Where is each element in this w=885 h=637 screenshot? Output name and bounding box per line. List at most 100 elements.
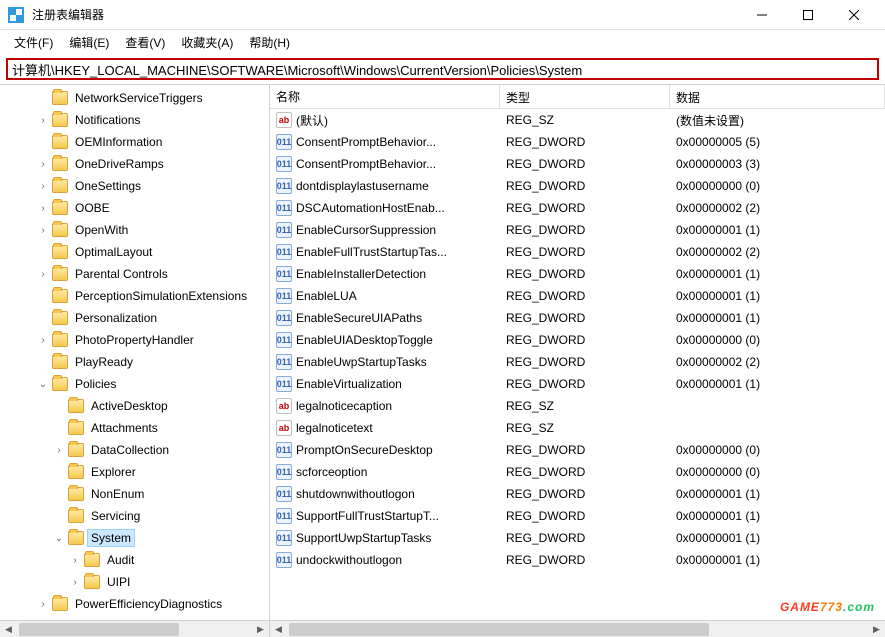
tree-item[interactable]: ›Parental Controls	[4, 263, 269, 285]
dword-value-icon: 011	[276, 244, 292, 260]
value-name: EnableUIADesktopToggle	[296, 333, 433, 347]
menu-file[interactable]: 文件(F)	[8, 32, 59, 53]
tree-item-label: PlayReady	[72, 354, 136, 370]
chevron-right-icon[interactable]: ›	[36, 269, 50, 280]
list-row[interactable]: ab(默认)REG_SZ(数值未设置)	[270, 109, 885, 131]
tree-item[interactable]: ⌄Policies	[4, 373, 269, 395]
scroll-left-button[interactable]: ◀	[0, 621, 17, 637]
list-row[interactable]: ablegalnoticetextREG_SZ	[270, 417, 885, 439]
value-name: scforceoption	[296, 465, 367, 479]
column-name[interactable]: 名称	[270, 85, 500, 108]
list-row[interactable]: 011EnableVirtualizationREG_DWORD0x000000…	[270, 373, 885, 395]
tree-item[interactable]: ›ActiveDesktop	[4, 395, 269, 417]
list-row[interactable]: 011EnableSecureUIAPathsREG_DWORD0x000000…	[270, 307, 885, 329]
value-data: 0x00000001 (1)	[670, 223, 885, 237]
list-row[interactable]: 011SupportFullTrustStartupT...REG_DWORD0…	[270, 505, 885, 527]
chevron-right-icon[interactable]: ›	[68, 577, 82, 588]
tree-item[interactable]: ›PowerEfficiencyDiagnostics	[4, 593, 269, 615]
folder-icon	[52, 289, 68, 303]
tree-item[interactable]: ›OptimalLayout	[4, 241, 269, 263]
chevron-right-icon[interactable]: ›	[36, 115, 50, 126]
minimize-button[interactable]	[739, 0, 785, 30]
scroll-thumb[interactable]	[19, 623, 179, 636]
tree-item-label: PerceptionSimulationExtensions	[72, 288, 250, 304]
value-data: 0x00000001 (1)	[670, 509, 885, 523]
tree-item[interactable]: ›Servicing	[4, 505, 269, 527]
tree-item[interactable]: ›OOBE	[4, 197, 269, 219]
tree-item[interactable]: ›OneSettings	[4, 175, 269, 197]
folder-icon	[52, 267, 68, 281]
list-row[interactable]: 011scforceoptionREG_DWORD0x00000000 (0)	[270, 461, 885, 483]
tree-item[interactable]: ›OpenWith	[4, 219, 269, 241]
chevron-right-icon[interactable]: ›	[68, 555, 82, 566]
tree-item[interactable]: ›PlayReady	[4, 351, 269, 373]
chevron-right-icon[interactable]: ›	[36, 335, 50, 346]
list-row[interactable]: 011SupportUwpStartupTasksREG_DWORD0x0000…	[270, 527, 885, 549]
list-horizontal-scrollbar[interactable]: ◀ ▶	[270, 620, 885, 637]
list-row[interactable]: 011undockwithoutlogonREG_DWORD0x00000001…	[270, 549, 885, 571]
folder-icon	[84, 575, 100, 589]
column-type[interactable]: 类型	[500, 85, 670, 108]
value-data: 0x00000001 (1)	[670, 377, 885, 391]
tree-item[interactable]: ›PhotoPropertyHandler	[4, 329, 269, 351]
value-type: REG_DWORD	[500, 333, 670, 347]
value-type: REG_SZ	[500, 399, 670, 413]
list-row[interactable]: 011EnableCursorSuppressionREG_DWORD0x000…	[270, 219, 885, 241]
list-row[interactable]: 011EnableInstallerDetectionREG_DWORD0x00…	[270, 263, 885, 285]
chevron-right-icon[interactable]: ›	[52, 445, 66, 456]
list-row[interactable]: 011DSCAutomationHostEnab...REG_DWORD0x00…	[270, 197, 885, 219]
scroll-right-button[interactable]: ▶	[252, 621, 269, 637]
folder-icon	[52, 311, 68, 325]
folder-icon	[68, 531, 84, 545]
list-row[interactable]: 011shutdownwithoutlogonREG_DWORD0x000000…	[270, 483, 885, 505]
tree-item[interactable]: ›Personalization	[4, 307, 269, 329]
scroll-thumb[interactable]	[289, 623, 709, 636]
list-row[interactable]: ablegalnoticecaptionREG_SZ	[270, 395, 885, 417]
list-row[interactable]: 011ConsentPromptBehavior...REG_DWORD0x00…	[270, 153, 885, 175]
string-value-icon: ab	[276, 398, 292, 414]
close-button[interactable]	[831, 0, 877, 30]
menu-help[interactable]: 帮助(H)	[243, 32, 296, 53]
tree-item[interactable]: ›Audit	[4, 549, 269, 571]
scroll-right-button[interactable]: ▶	[868, 621, 885, 637]
tree-item[interactable]: ›OneDriveRamps	[4, 153, 269, 175]
chevron-down-icon[interactable]: ⌄	[52, 533, 66, 544]
tree-horizontal-scrollbar[interactable]: ◀ ▶	[0, 620, 269, 637]
menu-favorites[interactable]: 收藏夹(A)	[175, 32, 239, 53]
list-row[interactable]: 011dontdisplaylastusernameREG_DWORD0x000…	[270, 175, 885, 197]
list-row[interactable]: 011ConsentPromptBehavior...REG_DWORD0x00…	[270, 131, 885, 153]
scroll-left-button[interactable]: ◀	[270, 621, 287, 637]
tree-item[interactable]: ›PerceptionSimulationExtensions	[4, 285, 269, 307]
list-row[interactable]: 011PromptOnSecureDesktopREG_DWORD0x00000…	[270, 439, 885, 461]
column-data[interactable]: 数据	[670, 85, 885, 108]
value-name: EnableVirtualization	[296, 377, 402, 391]
list-row[interactable]: 011EnableUwpStartupTasksREG_DWORD0x00000…	[270, 351, 885, 373]
tree-item[interactable]: ⌄ System	[4, 527, 269, 549]
tree-item[interactable]: ›NonEnum	[4, 483, 269, 505]
chevron-right-icon[interactable]: ›	[36, 181, 50, 192]
chevron-down-icon[interactable]: ⌄	[36, 379, 50, 390]
tree-item[interactable]: ›Explorer	[4, 461, 269, 483]
list-row[interactable]: 011EnableLUAREG_DWORD0x00000001 (1)	[270, 285, 885, 307]
tree-item-label: Explorer	[88, 464, 139, 480]
list-row[interactable]: 011EnableFullTrustStartupTas...REG_DWORD…	[270, 241, 885, 263]
tree-item-label: System	[88, 530, 134, 546]
list-row[interactable]: 011EnableUIADesktopToggleREG_DWORD0x0000…	[270, 329, 885, 351]
menu-view[interactable]: 查看(V)	[119, 32, 171, 53]
chevron-right-icon[interactable]: ›	[36, 203, 50, 214]
tree-item[interactable]: ›Attachments	[4, 417, 269, 439]
address-bar[interactable]: 计算机\HKEY_LOCAL_MACHINE\SOFTWARE\Microsof…	[6, 58, 879, 80]
chevron-right-icon[interactable]: ›	[36, 599, 50, 610]
chevron-right-icon[interactable]: ›	[36, 159, 50, 170]
chevron-right-icon[interactable]: ›	[36, 225, 50, 236]
maximize-button[interactable]	[785, 0, 831, 30]
dword-value-icon: 011	[276, 486, 292, 502]
tree-item[interactable]: ›OEMInformation	[4, 131, 269, 153]
value-name: dontdisplaylastusername	[296, 179, 429, 193]
tree-item[interactable]: ›NetworkServiceTriggers	[4, 87, 269, 109]
tree-item[interactable]: ›Notifications	[4, 109, 269, 131]
tree-item[interactable]: ›DataCollection	[4, 439, 269, 461]
menu-edit[interactable]: 编辑(E)	[63, 32, 115, 53]
value-name: ConsentPromptBehavior...	[296, 135, 436, 149]
tree-item[interactable]: ›UIPI	[4, 571, 269, 593]
